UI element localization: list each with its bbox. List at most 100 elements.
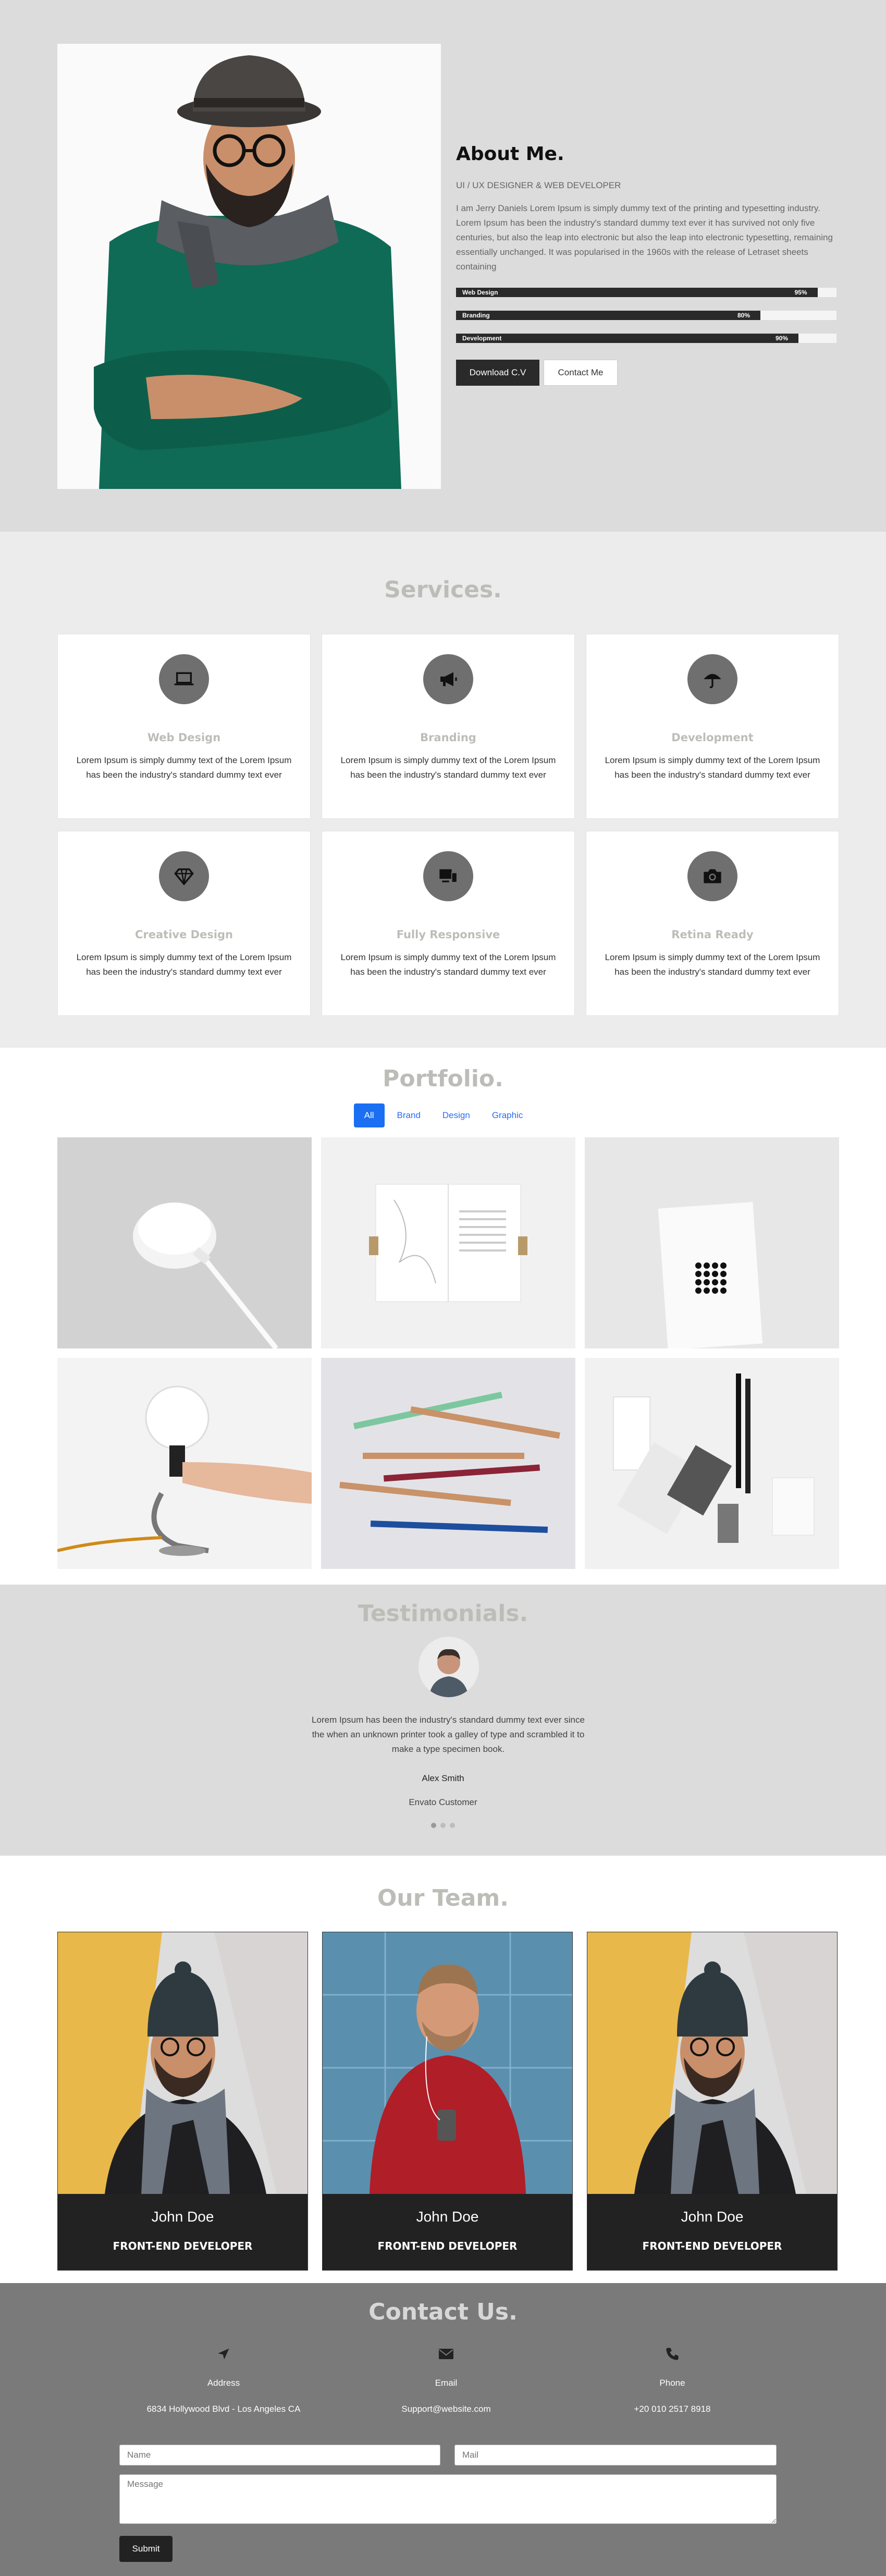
testimonial-quote: Lorem Ipsum has been the industry's stan… [312,1715,585,1754]
team-member-photo [58,1932,307,2194]
portfolio-item-pencils[interactable] [321,1358,575,1569]
carousel-dot-2[interactable] [440,1823,446,1828]
devices-icon [423,851,473,901]
portfolio-item-lamp[interactable] [57,1358,312,1569]
skill-bar-fill [456,334,798,343]
contact-me-button[interactable]: Contact Me [544,360,618,386]
filter-graphic[interactable]: Graphic [483,1103,533,1127]
about-title: About Me. [456,143,564,165]
mail-input[interactable] [454,2445,777,2465]
filter-all[interactable]: All [353,1103,385,1127]
service-title: Branding [420,731,476,744]
address-label: Address [207,2378,240,2388]
service-text: Lorem Ipsum is simply dummy text of the … [340,952,556,977]
portfolio-title: Portfolio. [383,1065,503,1092]
service-card: Creative Design Lorem Ipsum is simply dum… [57,831,311,1016]
team-member-role: FRONT-END DEVELOPER [377,2240,518,2252]
testimonial-name: Alex Smith [422,1773,464,1783]
service-title: Web Design [147,731,221,744]
skill-percent: 95% [794,289,807,296]
envelope-icon [337,2345,556,2363]
skill-bar-fill [456,311,760,320]
team-title: Our Team. [377,1885,509,1911]
team-member-card: John Doe FRONT-END DEVELOPER [322,1932,573,2271]
team-grid: John Doe FRONT-END DEVELOPER John Doe FRONT… [57,1932,838,2271]
service-title: Development [671,731,754,744]
laptop-icon [159,654,209,704]
service-title: Retina Ready [671,928,754,941]
skill-label: Branding [462,312,490,319]
portfolio-grid [57,1137,839,1569]
team-member-photo [587,1932,837,2194]
team-member-info: John Doe FRONT-END DEVELOPER [58,2194,307,2270]
team-section: Our Team. John Doe FRONT-END DEVELOPER Joh… [0,1856,886,2283]
service-title: Creative Design [134,928,233,941]
portfolio-filters: All Brand Design Graphic [0,1103,886,1127]
megaphone-icon [423,654,473,704]
skills-list: Web Design 95% Branding 80% Development 90% [456,288,836,343]
carousel-dot-3[interactable] [450,1823,455,1828]
team-member-name: John Doe [681,2209,744,2225]
email-value[interactable]: Support@website.com [337,2404,556,2414]
submit-button[interactable]: Submit [119,2536,173,2562]
team-member-role: FRONT-END DEVELOPER [642,2240,782,2252]
carousel-dot-1[interactable] [431,1823,436,1828]
umbrella-icon [687,654,737,704]
service-card: Branding Lorem Ipsum is simply dummy text… [322,634,575,819]
portfolio-item-stationery[interactable] [585,1358,839,1569]
services-title: Services. [384,576,502,603]
contact-title: Contact Us. [368,2299,518,2325]
message-textarea[interactable] [119,2474,777,2524]
testimonials-title: Testimonials. [358,1600,528,1627]
about-text-block: About Me. UI / UX DESIGNER & WEB DEVELOP… [456,143,836,386]
filter-design[interactable]: Design [433,1103,479,1127]
contact-address: Address 6834 Hollywood Blvd - Los Angele… [114,2345,333,2414]
location-arrow-icon [114,2345,333,2363]
portfolio-item-charger[interactable] [57,1137,312,1348]
about-subtitle: UI / UX DESIGNER & WEB DEVELOPER [456,180,621,190]
filter-brand[interactable]: Brand [388,1103,430,1127]
skill-bar: Web Design 95% [456,288,836,297]
address-value: 6834 Hollywood Blvd - Los Angeles CA [146,2404,301,2414]
diamond-icon [159,851,209,901]
team-member-card: John Doe FRONT-END DEVELOPER [57,1932,308,2271]
team-member-info: John Doe FRONT-END DEVELOPER [323,2194,572,2270]
service-card: Development Lorem Ipsum is simply dummy t… [586,634,839,819]
services-section: Services. Web Design Lorem Ipsum is simpl… [0,532,886,1048]
team-member-photo [323,1932,572,2194]
download-cv-button[interactable]: Download C.V [456,360,539,386]
skill-percent: 80% [737,312,750,319]
skill-percent: 90% [776,335,789,342]
about-section: About Me. UI / UX DESIGNER & WEB DEVELOP… [0,0,886,532]
contact-email: Email Support@website.com [337,2345,556,2414]
team-member-role: FRONT-END DEVELOPER [113,2240,253,2252]
service-text: Lorem Ipsum is simply dummy text of the … [605,755,820,780]
contact-phone: Phone +20 010 2517 8918 [563,2345,782,2414]
service-card: Web Design Lorem Ipsum is simply dummy te… [57,634,311,819]
name-input[interactable] [119,2445,440,2465]
service-text: Lorem Ipsum is simply dummy text of the … [340,755,556,780]
services-grid: Web Design Lorem Ipsum is simply dummy te… [57,634,839,1016]
team-member-name: John Doe [151,2209,214,2225]
service-text: Lorem Ipsum is simply dummy text of the … [605,952,820,977]
email-label: Email [435,2378,458,2388]
carousel-dots [0,1823,886,1828]
portfolio-section: Portfolio. All Brand Design Graphic [0,1048,886,1585]
skill-label: Web Design [462,289,498,296]
camera-icon [687,851,737,901]
portfolio-item-card[interactable] [585,1137,839,1348]
portfolio-item-book[interactable] [321,1137,575,1348]
about-description: I am Jerry Daniels Lorem Ipsum is simply… [456,203,833,272]
skill-bar-fill [456,288,818,297]
skill-bar: Branding 80% [456,311,836,320]
team-member-card: John Doe FRONT-END DEVELOPER [587,1932,838,2271]
team-member-name: John Doe [416,2209,479,2225]
skill-bar: Development 90% [456,334,836,343]
service-card: Retina Ready Lorem Ipsum is simply dummy … [586,831,839,1016]
contact-section: Contact Us. Address 6834 Hollywood Blvd … [0,2283,886,2576]
testimonial-role: Envato Customer [409,1797,477,1807]
service-text: Lorem Ipsum is simply dummy text of the … [76,755,292,780]
profile-photo [57,44,441,489]
phone-label: Phone [659,2378,685,2388]
phone-value[interactable]: +20 010 2517 8918 [563,2404,782,2414]
